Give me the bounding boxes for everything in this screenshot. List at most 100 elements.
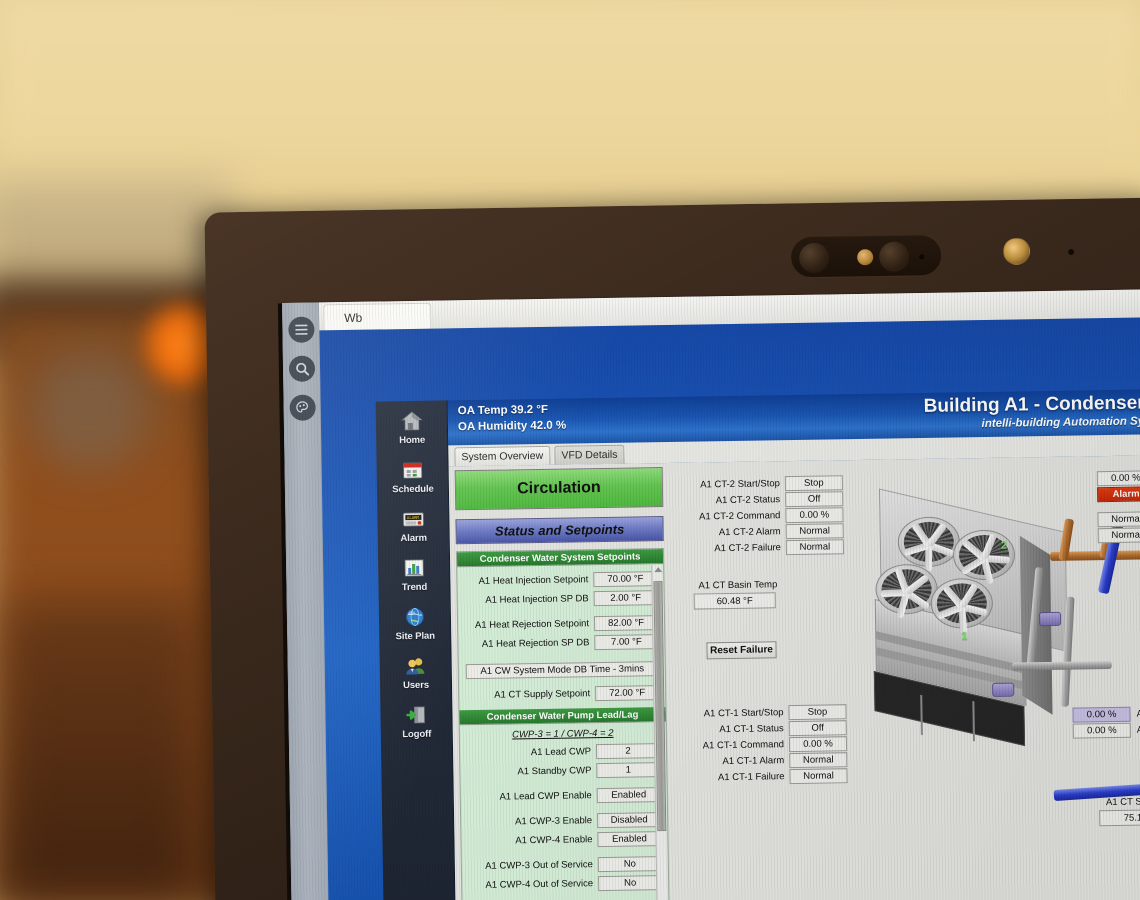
treatment-value[interactable]: Normal [1097, 510, 1140, 527]
sidebar-item-label: Site Plan [395, 630, 435, 643]
tower-label-2: 2 [1000, 539, 1008, 552]
status-setpoints-header: Status and Setpoints [455, 516, 664, 545]
leadlag-label: A1 Lead CWP Enable [499, 790, 592, 803]
palette-icon[interactable] [289, 394, 316, 421]
tab-vfd-details[interactable]: VFD Details [554, 444, 625, 465]
leadlag-row[interactable]: A1 Lead CWP 2 [460, 742, 666, 762]
ct2-value[interactable]: Normal [785, 538, 845, 555]
sidebar-item-label: Schedule [392, 483, 434, 496]
sidebar-item-label: Alarm [400, 532, 428, 545]
setpoint-value[interactable]: 70.00 °F [593, 571, 658, 588]
scrollbar-thumb[interactable] [653, 581, 667, 832]
sidebar-item-trend[interactable]: Trend [378, 555, 451, 605]
bpv-row[interactable]: 0.00 % A1 CT BPV Command [1072, 704, 1140, 723]
reset-failure-button[interactable]: Reset Failure [706, 641, 777, 660]
setpoint-value[interactable]: 2.00 °F [593, 590, 658, 607]
status-setpoints-label: Status and Setpoints [494, 521, 625, 539]
menu-icon[interactable] [288, 316, 315, 343]
home-icon [400, 411, 423, 431]
ct1-value[interactable]: Normal [789, 751, 848, 768]
sidebar-item-logoff[interactable]: Logoff [380, 702, 453, 752]
setpoint-row[interactable]: A1 Heat Rejection Setpoint 82.00 °F [458, 614, 664, 634]
ct2-status-row[interactable]: A1 CT-2 Failure Normal [678, 538, 845, 557]
sidebar-item-label: Users [402, 679, 430, 692]
sidebar-item-home[interactable]: Home [376, 408, 449, 458]
background-chair [0, 600, 200, 900]
ct2-value[interactable]: Off [785, 490, 844, 507]
circulation-label: Circulation [517, 479, 601, 498]
webcam-module [789, 234, 943, 279]
bpv-row[interactable]: 0.00 % A1 CT BPV Status [1072, 720, 1140, 739]
setpoint-value[interactable]: 82.00 °F [593, 615, 659, 632]
ct2-label: A1 CT-2 Status [715, 493, 781, 506]
webcam-lens-right-icon [878, 241, 910, 272]
leadlag-value[interactable]: Enabled [596, 787, 661, 804]
treatment-value[interactable]: 0.00 % [1096, 469, 1140, 486]
tab-system-overview[interactable]: System Overview [454, 445, 551, 467]
globe-icon [406, 608, 424, 626]
sidebar-item-label: Home [399, 434, 426, 447]
ct1-label: A1 CT-1 Alarm [722, 754, 785, 767]
ct2-value[interactable]: 0.00 % [785, 506, 844, 523]
browser-tab[interactable]: Wb [323, 302, 432, 331]
treatment-value[interactable]: Normal [1097, 526, 1140, 543]
ct-supply-temp-label: A1 CT Supply Temp [1105, 796, 1140, 809]
leadlag-row[interactable]: A1 CWP-4 Out of Service No [462, 874, 668, 894]
treatment-row[interactable]: Alarm A1 CTW Treatment Alarm [1096, 484, 1140, 503]
leadlag-row[interactable]: A1 CWP-3 Enable Disabled [461, 811, 667, 831]
leadlag-value[interactable]: 2 [595, 743, 661, 760]
setpoints-panel: Condenser Water System Setpoints A1 Heat… [455, 548, 670, 900]
calendar-icon [403, 462, 423, 479]
bpv-label: A1 CT BPV Command [1136, 707, 1140, 720]
ct1-value[interactable]: Stop [788, 703, 847, 720]
ct1-value[interactable]: Off [788, 719, 847, 736]
leadlag-value[interactable]: No [598, 875, 663, 892]
sidebar-item-label: Trend [401, 581, 428, 594]
setpoint-value[interactable]: 7.00 °F [594, 634, 659, 651]
ct1-label: A1 CT-1 Failure [717, 770, 785, 783]
pipe-grey-c [1011, 661, 1112, 671]
bpv-status-value[interactable]: 0.00 % [1072, 722, 1131, 739]
sidebar-item-site-plan[interactable]: Site Plan [379, 604, 452, 654]
left-column: Circulation Status and Setpoints Condens… [454, 467, 677, 900]
ct2-label: A1 CT-2 Alarm [718, 525, 781, 538]
ct1-value[interactable]: Normal [789, 767, 848, 784]
ct-supply-temp-value: 75.13 °F [1099, 808, 1140, 827]
leadlag-row[interactable]: A1 CWP-3 Out of Service No [462, 855, 668, 875]
search-icon[interactable] [288, 355, 316, 382]
ct1-value[interactable]: 0.00 % [788, 735, 848, 752]
bar-chart-icon [404, 559, 424, 577]
ambient-sensor-icon [1002, 237, 1031, 266]
browser-tab-label: Wb [344, 310, 363, 325]
bpv-command-value[interactable]: 0.00 % [1072, 706, 1131, 723]
ct1-status-row[interactable]: A1 CT-1 Failure Normal [681, 767, 848, 786]
alarm-panel-icon: ALARM [402, 512, 424, 527]
sidebar-item-label: Logoff [402, 728, 432, 741]
ir-emitter-icon [1068, 248, 1075, 256]
sidebar-item-alarm[interactable]: ALARM Alarm [377, 506, 450, 556]
treatment-row[interactable]: 0.00 % A1 CTW Conductivity [1096, 468, 1140, 486]
oa-humidity-readout: OA Humidity 42.0 % [457, 419, 567, 434]
leadlag-value[interactable]: No [597, 856, 662, 873]
leadlag-value[interactable]: Enabled [597, 831, 662, 848]
circulation-mode-button[interactable]: Circulation [454, 467, 664, 511]
setpoints-header-label: Condenser Water System Setpoints [479, 550, 641, 565]
svg-text:ALARM: ALARM [407, 515, 420, 520]
setpoint-value[interactable]: 72.00 °F [595, 685, 660, 702]
sidebar-item-schedule[interactable]: Schedule [376, 457, 449, 507]
ct2-value[interactable]: Stop [784, 474, 844, 491]
leadlag-label: A1 Standby CWP [517, 765, 592, 778]
webcam-indicator-icon [919, 254, 925, 260]
ct2-value[interactable]: Normal [785, 522, 844, 539]
leadlag-value[interactable]: 1 [596, 762, 661, 779]
sidebar-item-users[interactable]: Users [380, 653, 453, 703]
setpoint-row[interactable]: A1 Heat Injection Setpoint 70.00 °F [457, 570, 663, 590]
status-badge-alarm[interactable]: Alarm [1096, 485, 1140, 502]
leadlag-value[interactable]: Disabled [597, 812, 662, 829]
leadlag-label: A1 Lead CWP [530, 746, 592, 759]
basin-temp-label: A1 CT Basin Temp [698, 579, 778, 592]
treatment-row[interactable]: Normal A1 CT Low Level [1097, 509, 1140, 527]
treatment-row[interactable]: Normal A1 CT High Level [1097, 525, 1140, 543]
scroll-up-arrow-icon[interactable] [654, 567, 663, 573]
valve-actuator-a [1038, 611, 1062, 627]
